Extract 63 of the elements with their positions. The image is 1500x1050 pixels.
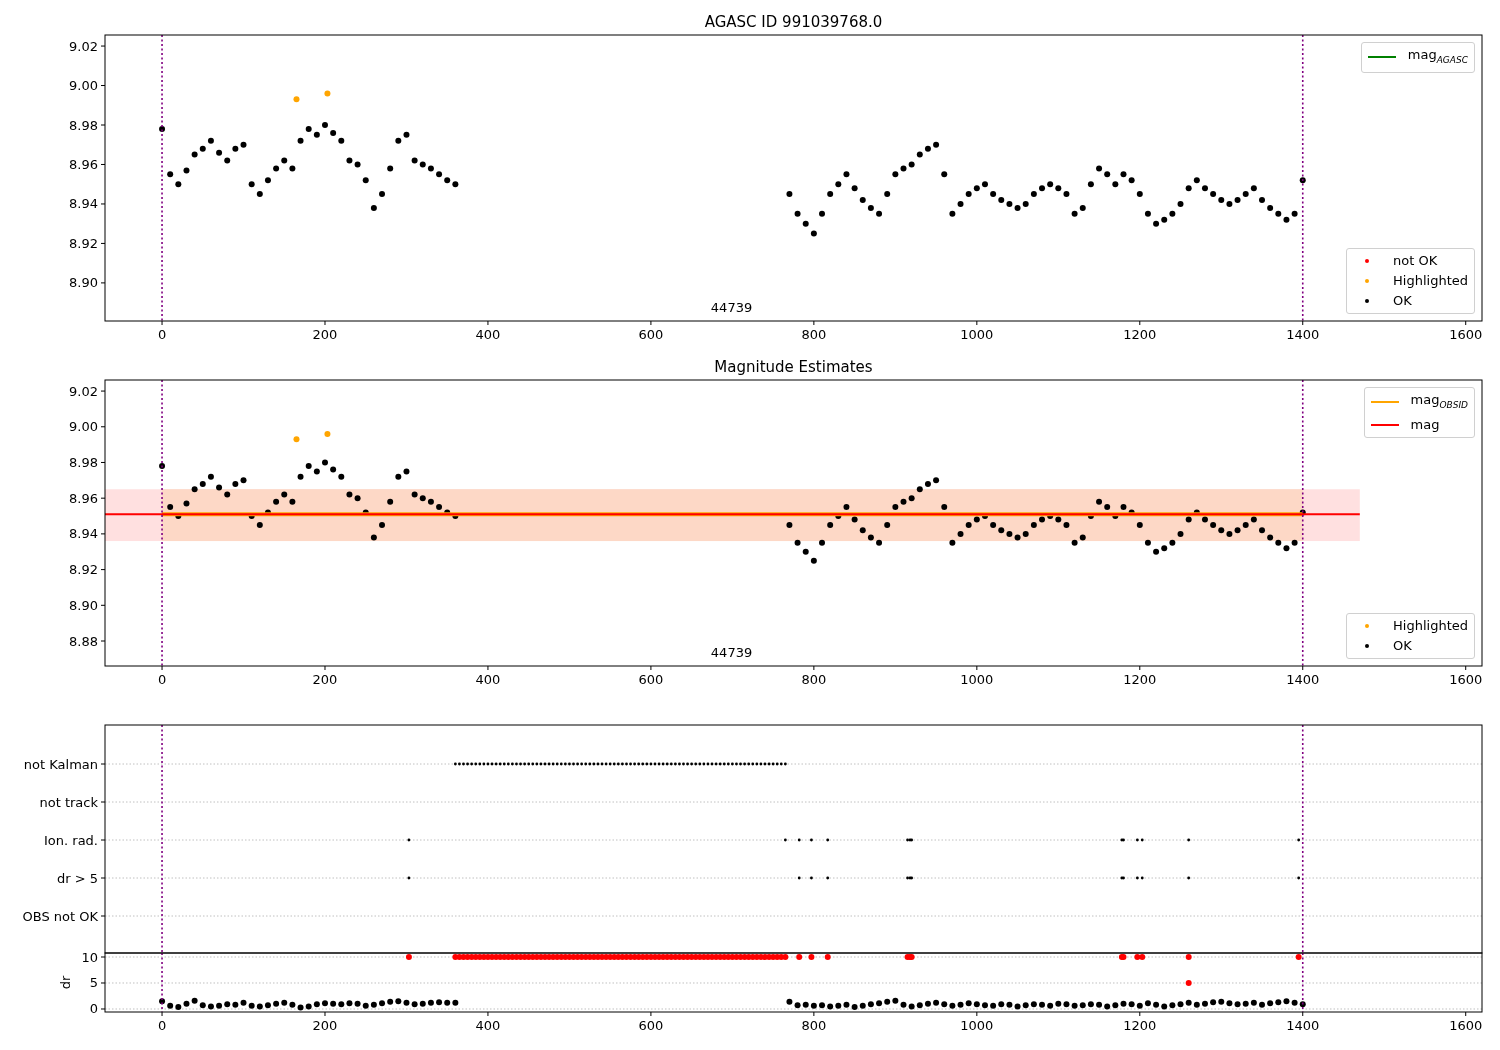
x-tick-label: 400 xyxy=(475,327,501,342)
y-tick-label: 9.02 xyxy=(69,38,98,54)
legend-label: mag$_{AGASC}$ xyxy=(1407,46,1468,67)
flag-label: OBS not OK xyxy=(22,908,98,924)
x-tick-label: 1000 xyxy=(960,327,994,342)
y-tick-label: 8.92 xyxy=(69,235,98,251)
legend-label: OK xyxy=(1393,292,1412,310)
flag-label: dr > 5 xyxy=(56,870,98,886)
x-tick-label: 800 xyxy=(801,1018,827,1033)
x-tick-label: 1600 xyxy=(1449,1018,1483,1033)
x-tick-label: 0 xyxy=(157,327,167,342)
y-tick-label: 10 xyxy=(81,949,98,965)
x-tick-label: 200 xyxy=(312,327,338,342)
legend-label: mag$_{OBSID}$ xyxy=(1410,391,1468,412)
y-tick-label: 9.00 xyxy=(69,419,98,435)
x-tick-label: 600 xyxy=(638,1018,664,1033)
x-tick-label: 1400 xyxy=(1286,672,1320,687)
y-tick-label: 8.96 xyxy=(69,157,98,172)
legend-label: Highlighted xyxy=(1393,617,1468,635)
x-tick-label: 1400 xyxy=(1286,1018,1320,1033)
flag-label: Ion. rad. xyxy=(44,832,98,848)
flag-label: not Kalman xyxy=(23,756,98,772)
y-tick-label: 8.94 xyxy=(69,196,98,212)
y-tick-label: 8.98 xyxy=(69,455,98,470)
x-tick-label: 0 xyxy=(157,672,167,687)
observation-label: 44739 xyxy=(710,645,753,660)
y-tick-label: 8.88 xyxy=(69,633,98,649)
y-tick-label: 5 xyxy=(89,975,98,991)
x-tick-label: 1600 xyxy=(1449,672,1483,687)
x-tick-label: 1200 xyxy=(1123,327,1157,342)
x-tick-label: 800 xyxy=(801,672,827,687)
x-tick-label: 800 xyxy=(801,327,827,342)
y-tick-label: 8.94 xyxy=(69,526,98,542)
x-tick-label: 200 xyxy=(312,672,338,687)
y-axis-label: dr xyxy=(58,975,73,990)
chart-title: Magnitude Estimates xyxy=(714,358,873,376)
y-tick-label: 8.90 xyxy=(69,275,98,291)
x-tick-label: 400 xyxy=(475,672,501,687)
x-tick-label: 1200 xyxy=(1123,1018,1157,1033)
x-tick-label: 1200 xyxy=(1123,672,1157,687)
y-tick-label: 8.96 xyxy=(69,490,98,506)
legend-label: OK xyxy=(1393,637,1412,655)
x-tick-label: 400 xyxy=(475,1018,501,1033)
y-tick-label: 8.92 xyxy=(69,562,98,578)
chart-title: AGASC ID 991039768.0 xyxy=(704,13,883,31)
flag-label: not track xyxy=(39,794,98,810)
x-tick-label: 1600 xyxy=(1449,327,1483,342)
legend-label: Highlighted xyxy=(1393,272,1468,290)
x-tick-label: 600 xyxy=(638,327,664,342)
legend-label: not OK xyxy=(1393,252,1438,270)
x-tick-label: 1000 xyxy=(960,1018,994,1033)
x-tick-label: 1400 xyxy=(1286,327,1320,342)
y-tick-label: 9.02 xyxy=(69,383,98,399)
x-tick-label: 200 xyxy=(312,1018,338,1033)
legend-label: mag xyxy=(1410,415,1440,434)
y-tick-label: 0 xyxy=(89,1001,98,1017)
y-tick-label: 9.00 xyxy=(69,78,98,94)
y-tick-label: 8.90 xyxy=(69,597,98,613)
observation-label: 44739 xyxy=(710,300,753,315)
y-tick-label: 8.98 xyxy=(69,117,98,133)
x-tick-label: 0 xyxy=(157,1018,167,1033)
x-tick-label: 600 xyxy=(638,672,664,687)
x-tick-label: 1000 xyxy=(960,672,994,687)
